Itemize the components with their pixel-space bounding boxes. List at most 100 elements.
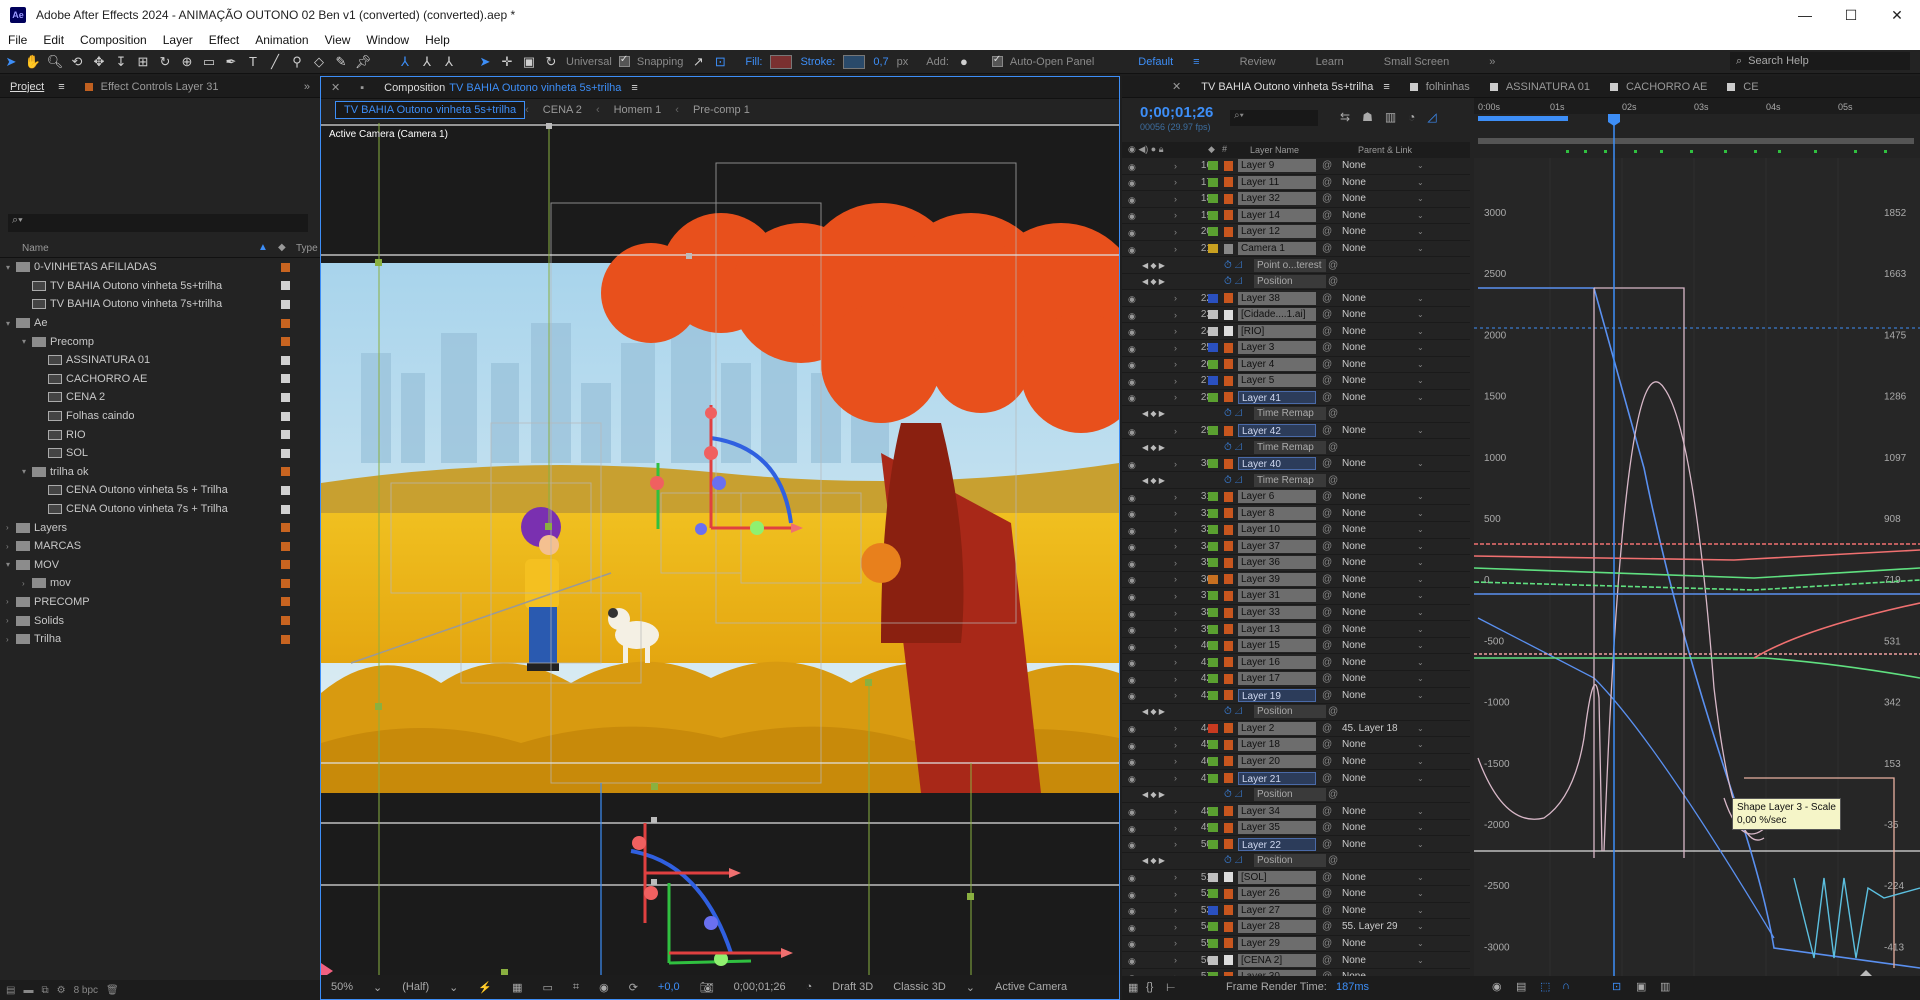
dropdown-arrow-icon[interactable]: ⌄ bbox=[1417, 625, 1424, 634]
label-color-swatch[interactable] bbox=[1208, 690, 1218, 700]
layer-name[interactable]: Layer 6 bbox=[1238, 490, 1316, 504]
chevron-right-icon[interactable]: › bbox=[1174, 244, 1177, 254]
layer-row[interactable]: ◉ › 35 Layer 36 @ None ⌄ bbox=[1122, 555, 1470, 572]
label-color-swatch[interactable] bbox=[1208, 574, 1218, 584]
dropdown-arrow-icon[interactable]: ⌄ bbox=[1417, 327, 1424, 336]
layer-row[interactable]: ◉ › 52 Layer 26 @ None ⌄ bbox=[1122, 886, 1470, 903]
visibility-eye-icon[interactable]: ◉ bbox=[1128, 178, 1140, 188]
anchor-tool-icon[interactable]: ⊕ bbox=[176, 52, 198, 72]
pan-behind-icon[interactable]: ⊞ bbox=[132, 52, 154, 72]
col-parent-link[interactable]: Parent & Link bbox=[1358, 145, 1412, 155]
layer-row[interactable]: ◉ › 25 Layer 3 @ None ⌄ bbox=[1122, 340, 1470, 357]
pick-whip-icon[interactable]: @ bbox=[1328, 855, 1338, 866]
parent-dropdown[interactable]: None bbox=[1342, 938, 1424, 949]
layer-row[interactable]: ◉ › 37 Layer 31 @ None ⌄ bbox=[1122, 588, 1470, 605]
label-color-swatch[interactable] bbox=[1208, 624, 1218, 634]
pen-tool-icon[interactable]: ✒ bbox=[220, 52, 242, 72]
maximize-button[interactable]: ☐ bbox=[1828, 0, 1874, 30]
visibility-eye-icon[interactable]: ◉ bbox=[1128, 609, 1140, 619]
graph-editor-icon[interactable]: ◿ bbox=[1427, 110, 1436, 124]
label-color-swatch[interactable] bbox=[1208, 326, 1218, 336]
chevron-right-icon[interactable]: › bbox=[1174, 541, 1177, 551]
layer-row[interactable]: ◉ › 38 Layer 33 @ None ⌄ bbox=[1122, 605, 1470, 622]
keyframe-nav-icon[interactable]: ◀ ◆ ▶ bbox=[1142, 277, 1165, 286]
transparency-grid-icon[interactable]: ▦ bbox=[512, 981, 522, 994]
visibility-eye-icon[interactable]: ◉ bbox=[1128, 377, 1140, 387]
shy-layers-icon[interactable]: ☗ bbox=[1362, 110, 1373, 124]
label-color-swatch[interactable] bbox=[1208, 756, 1218, 766]
parent-dropdown[interactable]: None bbox=[1342, 773, 1424, 784]
label-color-swatch[interactable] bbox=[281, 355, 290, 365]
universal-move-icon[interactable]: ✛ bbox=[496, 52, 518, 72]
scene-canvas[interactable]: Active Camera (Camera 1) bbox=[321, 123, 1119, 975]
pick-whip-icon[interactable]: @ bbox=[1322, 756, 1332, 767]
project-item[interactable]: TV BAHIA Outono vinheta 5s+trilha bbox=[0, 277, 320, 296]
label-color-swatch[interactable] bbox=[1208, 641, 1218, 651]
zoom-dropdown[interactable]: 50% bbox=[331, 981, 353, 993]
label-color-swatch[interactable] bbox=[1208, 525, 1218, 535]
tab-ce[interactable]: CE bbox=[1717, 76, 1768, 97]
chevron-right-icon[interactable]: › bbox=[1174, 723, 1177, 733]
universal-rotate-icon[interactable]: ↻ bbox=[540, 52, 562, 72]
label-color-swatch[interactable] bbox=[1208, 293, 1218, 303]
sort-up-icon[interactable]: ▲ bbox=[258, 242, 268, 253]
orbit-camera-icon[interactable]: ⟲ bbox=[66, 52, 88, 72]
pick-whip-icon[interactable]: @ bbox=[1322, 326, 1332, 337]
panel-menu-icon[interactable]: ≡ bbox=[631, 82, 637, 94]
label-color-swatch[interactable] bbox=[1208, 426, 1218, 436]
label-color-swatch[interactable] bbox=[281, 597, 290, 607]
pick-whip-icon[interactable]: @ bbox=[1322, 624, 1332, 635]
label-color-swatch[interactable] bbox=[281, 392, 290, 402]
fill-color-swatch[interactable] bbox=[770, 54, 793, 69]
col-layer-name[interactable]: Layer Name bbox=[1250, 145, 1299, 155]
layer-row[interactable]: ◉ › 24 [RIO] @ None ⌄ bbox=[1122, 323, 1470, 341]
layer-row[interactable]: ◉ › 56 [CENA 2] @ None ⌄ bbox=[1122, 952, 1470, 969]
label-color-swatch[interactable] bbox=[1208, 177, 1218, 187]
label-color-swatch[interactable] bbox=[1208, 558, 1218, 568]
dropdown-arrow-icon[interactable]: ⌄ bbox=[1417, 575, 1424, 584]
snap-options-icon[interactable]: ↗ bbox=[687, 52, 709, 72]
layer-name[interactable]: Layer 16 bbox=[1238, 655, 1316, 669]
chevron-right-icon[interactable]: › bbox=[1174, 376, 1177, 386]
chevron-right-icon[interactable]: › bbox=[1174, 806, 1177, 816]
visibility-eye-icon[interactable]: ◉ bbox=[1128, 625, 1140, 635]
in-out-icon[interactable]: ⊢ bbox=[1166, 981, 1176, 994]
draft-3d-icon[interactable]: ◔ bbox=[806, 981, 813, 993]
region-of-interest-icon[interactable]: ▭ bbox=[542, 981, 552, 994]
dropdown-arrow-icon[interactable]: ⌄ bbox=[1417, 393, 1424, 402]
pick-whip-icon[interactable]: @ bbox=[1322, 342, 1332, 353]
pick-whip-icon[interactable]: @ bbox=[1322, 557, 1332, 568]
dropdown-arrow-icon[interactable]: ⌄ bbox=[1417, 360, 1424, 369]
visibility-eye-icon[interactable]: ◉ bbox=[1128, 873, 1140, 883]
pick-whip-icon[interactable]: @ bbox=[1322, 822, 1332, 833]
workspace-overflow-icon[interactable]: » bbox=[1489, 56, 1495, 68]
property-row[interactable]: ◀ ◆ ▶ ⏱ ◿ Position @ bbox=[1122, 787, 1470, 804]
selection-tool-icon[interactable]: ➤ bbox=[0, 52, 22, 72]
world-axis-icon[interactable]: ⅄ bbox=[416, 52, 438, 72]
visibility-eye-icon[interactable]: ◉ bbox=[1128, 675, 1140, 685]
new-comp-icon[interactable]: ⧉ bbox=[41, 985, 48, 996]
visibility-eye-icon[interactable]: ◉ bbox=[1128, 757, 1140, 767]
menu-edit[interactable]: Edit bbox=[35, 33, 72, 47]
visibility-eye-icon[interactable]: ◉ bbox=[1128, 956, 1140, 966]
frame-blending-icon[interactable]: ▥ bbox=[1385, 110, 1396, 124]
graph-eye-icon[interactable]: ◉ bbox=[1492, 980, 1502, 993]
pick-whip-icon[interactable]: @ bbox=[1322, 723, 1332, 734]
layer-name[interactable]: Layer 4 bbox=[1238, 357, 1316, 371]
workspace-small-screen[interactable]: Small Screen bbox=[1384, 56, 1449, 68]
chevron-right-icon[interactable]: › bbox=[1174, 624, 1177, 634]
layer-row[interactable]: ◉ › 34 Layer 37 @ None ⌄ bbox=[1122, 539, 1470, 556]
property-row[interactable]: ◀ ◆ ▶ ⏱ ◿ Position @ bbox=[1122, 274, 1470, 291]
chevron-right-icon[interactable]: › bbox=[1174, 872, 1177, 882]
layer-row[interactable]: ◉ › 49 Layer 35 @ None ⌄ bbox=[1122, 820, 1470, 837]
exposure-value[interactable]: +0,0 bbox=[658, 981, 680, 993]
dropdown-arrow-icon[interactable]: ⌄ bbox=[1417, 542, 1424, 551]
stopwatch-icon[interactable]: ⏱ ◿ bbox=[1224, 442, 1242, 453]
menu-help[interactable]: Help bbox=[417, 33, 458, 47]
label-color-swatch[interactable] bbox=[281, 485, 290, 495]
label-color-swatch[interactable] bbox=[1208, 343, 1218, 353]
label-color-swatch[interactable] bbox=[1208, 657, 1218, 667]
parent-dropdown[interactable]: None bbox=[1342, 524, 1424, 535]
visibility-eye-icon[interactable]: ◉ bbox=[1128, 774, 1140, 784]
visibility-eye-icon[interactable]: ◉ bbox=[1128, 906, 1140, 916]
